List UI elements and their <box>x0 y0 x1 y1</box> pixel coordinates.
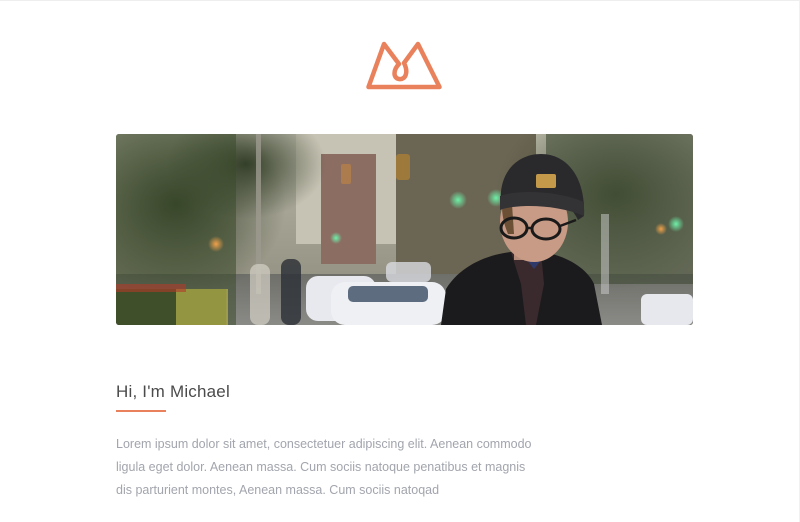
hero-photo <box>116 134 693 325</box>
intro-line-1: Lorem ipsum dolor sit amet, consectetuer… <box>116 437 532 451</box>
intro-line-2: ligula eget dolor. Aenean massa. Cum soc… <box>116 460 526 474</box>
intro-paragraph: Lorem ipsum dolor sit amet, consectetuer… <box>116 433 576 502</box>
intro-heading: Hi, I'm Michael <box>116 382 230 401</box>
logo-icon[interactable] <box>366 39 442 91</box>
heading-underline <box>116 410 166 412</box>
hero-photo-image <box>116 134 693 325</box>
intro-line-3: dis parturient montes, Aenean massa. Cum… <box>116 483 440 497</box>
m-monogram-logo-icon <box>366 41 442 90</box>
page: Hi, I'm Michael Lorem ipsum dolor sit am… <box>0 0 800 522</box>
